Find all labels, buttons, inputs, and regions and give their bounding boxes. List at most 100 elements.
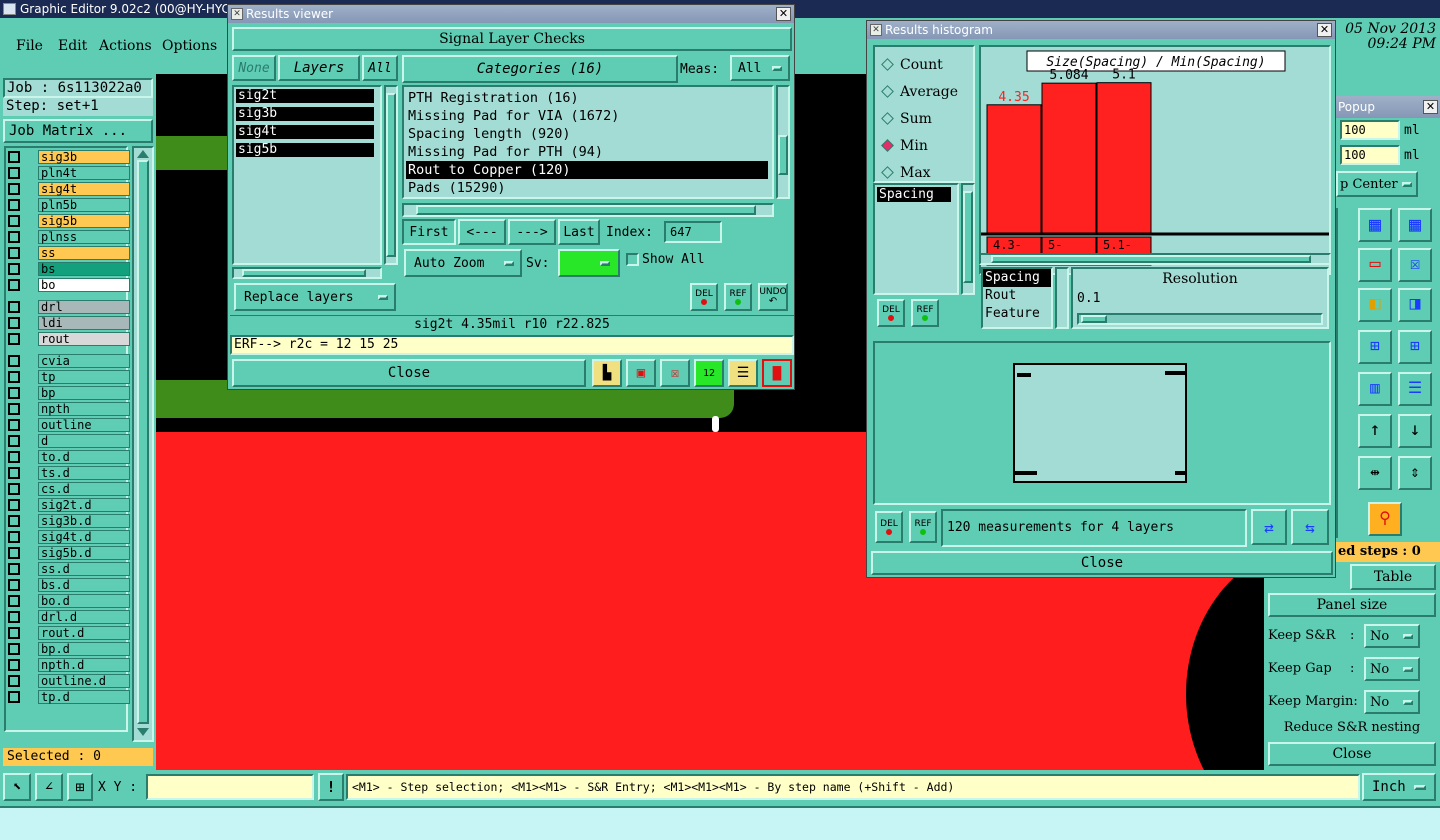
layer-checkbox[interactable] (8, 403, 20, 415)
feature-list-scroll[interactable] (1055, 267, 1069, 329)
layer-name[interactable]: rout (38, 332, 130, 346)
layer-checkbox[interactable] (8, 317, 20, 329)
layer-checkbox[interactable] (8, 547, 20, 559)
layer-checkbox[interactable] (8, 611, 20, 623)
highlight-icon[interactable]: ▙ (592, 359, 622, 387)
show-all-checkbox[interactable] (626, 253, 639, 266)
layer-row[interactable]: bo.d (8, 594, 130, 608)
layer-row[interactable]: rout (8, 332, 130, 346)
layer-row[interactable]: outline (8, 418, 130, 432)
xy-input[interactable] (146, 774, 314, 800)
scroll-thumb[interactable] (386, 93, 396, 257)
keep-gap-dropdown[interactable]: No (1364, 657, 1420, 681)
result-layer-item[interactable]: sig5b (236, 143, 374, 157)
export-right-icon[interactable]: ⇆ (1291, 509, 1329, 545)
layer-name[interactable]: d (38, 434, 130, 448)
last-button[interactable]: Last (558, 219, 600, 245)
result-layer-item[interactable]: sig3b (236, 107, 374, 121)
auto-zoom-dropdown[interactable]: Auto Zoom (404, 249, 522, 277)
category-list[interactable]: PTH Registration (16) Missing Pad for VIA… (402, 85, 774, 199)
layer-checkbox[interactable] (8, 387, 20, 399)
keep-sr-dropdown[interactable]: No (1364, 624, 1420, 648)
sv-color-dropdown[interactable] (558, 249, 620, 277)
layer-row[interactable]: rout.d (8, 626, 130, 640)
layer-row[interactable]: sig4t (8, 182, 130, 196)
layer-row[interactable]: ss.d (8, 562, 130, 576)
compress-horizontal-icon[interactable]: ⇹ (1358, 456, 1392, 490)
mode-radio-min[interactable]: Min (875, 132, 973, 159)
layer-row[interactable]: ss (8, 246, 130, 260)
result-layer-item[interactable]: sig2t (236, 89, 374, 103)
layout-grid-2-icon[interactable]: ▦ (1358, 208, 1392, 242)
scroll-up-icon[interactable] (137, 150, 149, 158)
move-up-icon[interactable]: ↑ (1358, 414, 1392, 448)
result-layer-list-vscroll[interactable] (384, 85, 398, 265)
layer-checkbox[interactable] (8, 199, 20, 211)
layer-name[interactable]: ss (38, 246, 130, 260)
tool-snap-icon[interactable]: ⊞ (67, 773, 93, 801)
layer-checkbox[interactable] (8, 659, 20, 671)
layer-row[interactable]: ts.d (8, 466, 130, 480)
layer-checkbox[interactable] (8, 263, 20, 275)
hist-del-button[interactable]: DEL (875, 511, 903, 543)
layout-grid-3-icon[interactable]: ▦ (1398, 208, 1432, 242)
layer-checkbox[interactable] (8, 231, 20, 243)
results-viewer-close-button[interactable]: Close (232, 359, 586, 387)
popup-field-1[interactable] (1340, 120, 1400, 140)
layer-row[interactable]: cs.d (8, 482, 130, 496)
array-2x2-alt-icon[interactable]: ⊞ (1398, 330, 1432, 364)
mirror-layout-icon[interactable]: ◧ (1358, 288, 1392, 322)
layer-row[interactable]: drl.d (8, 610, 130, 624)
layer-name[interactable]: bp.d (38, 642, 130, 656)
layer-row[interactable]: pln5b (8, 198, 130, 212)
meas-dropdown[interactable]: All (730, 55, 790, 81)
result-layer-item[interactable]: sig4t (236, 125, 374, 139)
category-item[interactable]: PTH Registration (16) (406, 89, 768, 107)
layer-checkbox[interactable] (8, 515, 20, 527)
slider-thumb[interactable] (1081, 315, 1107, 323)
layer-row[interactable]: bs.d (8, 578, 130, 592)
popup-close-button[interactable]: Close (1268, 742, 1436, 766)
layer-name[interactable]: bo (38, 278, 130, 292)
layer-checkbox[interactable] (8, 691, 20, 703)
histogram-close-icon[interactable]: ✕ (1317, 23, 1332, 37)
layers-none-button[interactable]: None (232, 55, 276, 81)
scroll-thumb[interactable] (137, 160, 149, 724)
layer-checkbox[interactable] (8, 595, 20, 607)
menu-options[interactable]: Options (162, 38, 217, 54)
layer-checkbox[interactable] (8, 215, 20, 227)
category-item[interactable]: Missing Pad for PTH (94) (406, 143, 768, 161)
layer-list[interactable]: sig3b pln4t sig4t pln5b sig5b plnss ss bs bo drl l… (4, 146, 130, 732)
feature-item[interactable]: Feature (983, 305, 1051, 323)
layer-row[interactable]: bp.d (8, 642, 130, 656)
alert-icon[interactable]: ! (318, 773, 344, 801)
layer-checkbox[interactable] (8, 675, 20, 687)
layer-row[interactable]: tp.d (8, 690, 130, 704)
array-2x2-icon[interactable]: ⊞ (1358, 330, 1392, 364)
scroll-thumb[interactable] (991, 255, 1311, 263)
layer-name[interactable]: cs.d (38, 482, 130, 496)
layer-list-scrollbar[interactable] (132, 146, 154, 742)
report-icon[interactable]: ▣ (626, 359, 656, 387)
layer-row[interactable]: sig2t.d (8, 498, 130, 512)
layer-name[interactable]: sig4t.d (38, 530, 130, 544)
layer-checkbox[interactable] (8, 435, 20, 447)
layer-checkbox[interactable] (8, 419, 20, 431)
next-button[interactable]: ---> (508, 219, 556, 245)
units-dropdown[interactable]: Inch (1362, 773, 1436, 801)
layer-name[interactable]: outline.d (38, 674, 130, 688)
layer-checkbox[interactable] (8, 279, 20, 291)
layer-name[interactable]: ldi (38, 316, 130, 330)
scroll-thumb[interactable] (778, 135, 788, 175)
layer-name[interactable]: sig4t (38, 182, 130, 196)
layer-row[interactable]: bs (8, 262, 130, 276)
layer-name[interactable]: bs.d (38, 578, 130, 592)
layer-row[interactable]: drl (8, 300, 130, 314)
scroll-thumb[interactable] (242, 269, 366, 277)
layer-row[interactable]: sig4t.d (8, 530, 130, 544)
undo-button[interactable]: UNDO ↶ (758, 283, 788, 311)
measure-list-scroll[interactable] (961, 183, 975, 295)
layer-name[interactable]: bs (38, 262, 130, 276)
layer-row[interactable]: plnss (8, 230, 130, 244)
clear-icon[interactable]: ☒ (660, 359, 690, 387)
